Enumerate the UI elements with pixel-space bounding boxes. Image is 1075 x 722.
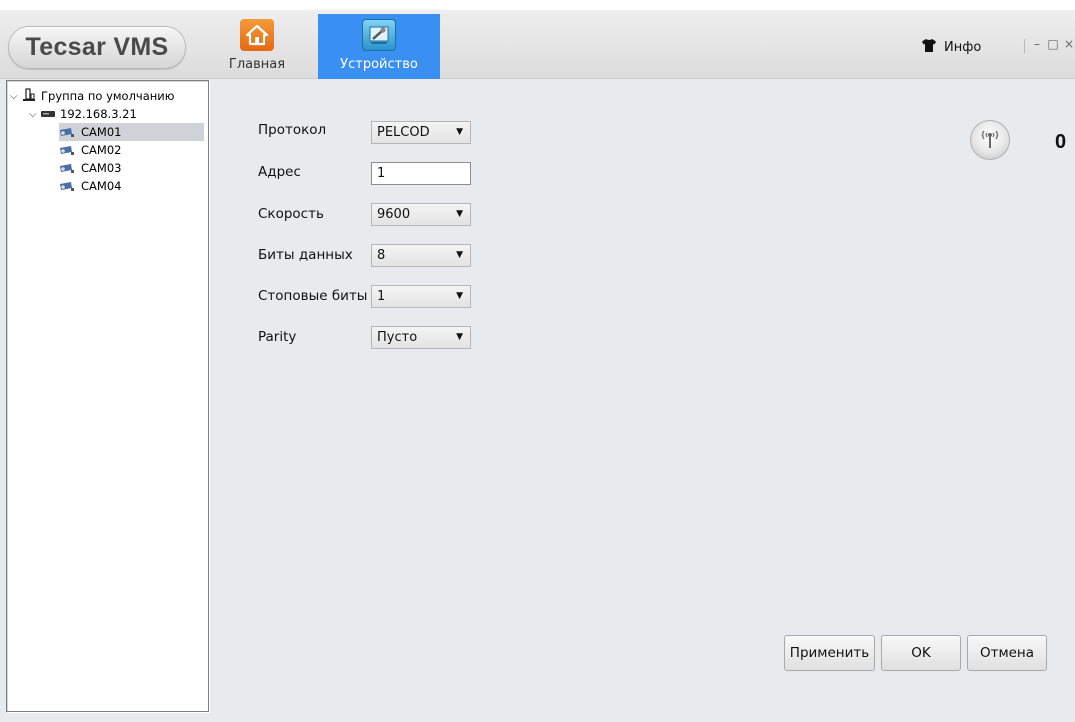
top-bar: Tecsar VMS Главная Устройство Инфо – □ × [0,10,1075,79]
ptz-control-button[interactable] [970,120,1010,160]
chevron-down-icon[interactable]: ⌵ [10,91,22,102]
stopbits-value: 1 [377,289,386,304]
camera-label: CAM03 [81,161,122,175]
camera-label: CAM04 [81,179,122,193]
info-label: Инфо [944,40,982,55]
parity-value: Пусто [377,330,418,345]
dropdown-arrow-icon: ▼ [456,127,463,137]
tree-item-camera[interactable]: CAM02 [59,141,121,159]
dropdown-arrow-icon: ▼ [456,332,463,342]
broadcast-icon [979,125,1001,155]
device-settings-icon [362,19,396,51]
address-value: 1 [377,166,386,181]
app-window: Tecsar VMS Главная Устройство Инфо – □ ×… [0,10,1075,722]
ok-button[interactable]: OK [881,635,961,671]
databits-select[interactable]: 8 ▼ [371,244,471,267]
tree-item-group[interactable]: ⌵ Группа по умолчанию [10,87,174,105]
maximize-button[interactable]: □ [1045,37,1061,53]
protocol-label: Протокол [258,122,327,138]
camera-icon [59,127,75,137]
camera-icon [59,181,75,191]
stopbits-label: Стоповые биты [258,288,368,304]
camera-label: CAM01 [81,125,122,139]
minimize-button[interactable]: – [1029,37,1045,53]
device-tree: ⌵ Группа по умолчанию ⌵ 192.168.3.21 CAM… [6,80,209,712]
dvr-icon [41,107,55,121]
camera-icon [59,145,75,155]
tab-device[interactable]: Устройство [318,14,440,79]
group-icon [22,87,36,105]
tree-group-label: Группа по умолчанию [41,89,175,103]
parity-label: Parity [258,329,297,345]
camera-icon [59,163,75,173]
dropdown-arrow-icon: ▼ [456,209,463,219]
dropdown-arrow-icon: ▼ [456,250,463,260]
speed-select[interactable]: 9600 ▼ [371,203,471,226]
tab-device-label: Устройство [340,57,418,72]
window-controls-divider [1024,39,1025,53]
parity-select[interactable]: Пусто ▼ [371,326,471,349]
camera-label: CAM02 [81,143,122,157]
tree-item-camera[interactable]: CAM01 [59,123,204,141]
tree-device-label: 192.168.3.21 [60,107,137,121]
info-button[interactable]: Инфо [922,39,981,56]
tab-home[interactable]: Главная [226,14,288,79]
tree-item-camera[interactable]: CAM03 [59,159,121,177]
speed-label: Скорость [258,206,324,222]
address-input[interactable]: 1 [371,162,471,185]
databits-label: Биты данных [258,247,353,263]
dropdown-arrow-icon: ▼ [456,291,463,301]
tree-item-camera[interactable]: CAM04 [59,177,121,195]
databits-value: 8 [377,248,386,263]
protocol-select[interactable]: PELCOD ▼ [371,121,471,144]
home-icon [240,19,274,51]
stopbits-select[interactable]: 1 ▼ [371,285,471,308]
ptz-value: 0 [1055,131,1067,153]
shirt-icon [922,39,936,56]
address-label: Адрес [258,164,301,180]
app-logo: Tecsar VMS [8,26,186,69]
speed-value: 9600 [377,207,411,222]
tree-item-device[interactable]: ⌵ 192.168.3.21 [29,105,137,123]
protocol-value: PELCOD [377,125,430,140]
tab-home-label: Главная [228,57,286,72]
close-button[interactable]: × [1061,37,1075,53]
chevron-down-icon[interactable]: ⌵ [29,109,41,120]
window-controls: – □ × [1024,37,1075,53]
cancel-button[interactable]: Отмена [967,635,1047,671]
apply-button[interactable]: Применить [784,635,875,671]
